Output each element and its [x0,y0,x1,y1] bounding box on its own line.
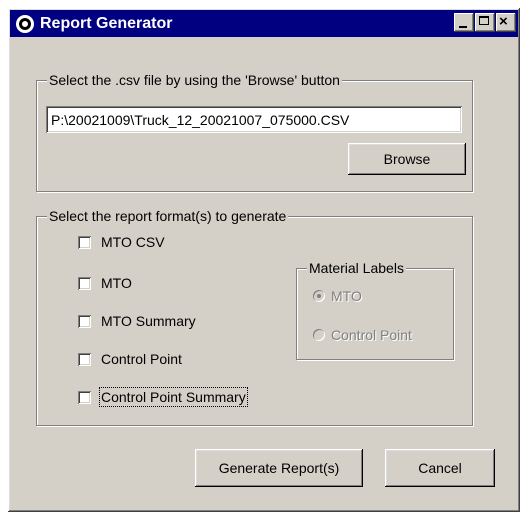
radio-control-point[interactable]: Control Point [313,327,412,343]
checkbox-label: MTO CSV [101,234,165,250]
radio-button[interactable] [313,329,325,341]
title-bar[interactable]: Report Generator × [10,10,518,37]
radio-label: MTO [331,288,362,304]
checkbox-box[interactable] [78,390,91,404]
csv-path-input[interactable] [46,106,462,133]
material-labels-legend: Material Labels [307,260,406,276]
close-button[interactable]: × [496,13,516,32]
checkbox-box[interactable] [78,352,91,366]
report-format-legend: Select the report format(s) to generate [47,208,289,224]
checkbox-mto-summary[interactable]: MTO Summary [78,313,196,329]
checkbox-label: Control Point [101,351,182,367]
window-title: Report Generator [40,14,173,32]
checkbox-label: MTO [101,275,132,291]
maximize-button[interactable] [475,13,495,32]
radio-mto[interactable]: MTO [313,288,362,304]
minimize-icon [459,26,467,28]
close-icon: × [499,13,508,30]
radio-label: Control Point [331,327,412,343]
checkbox-control-point[interactable]: Control Point [78,351,182,367]
file-select-group: Select the .csv file by using the 'Brows… [36,72,473,192]
radio-button[interactable] [313,290,325,302]
material-labels-group: Material Labels [296,260,454,360]
checkbox-box[interactable] [78,235,91,249]
cancel-button[interactable]: Cancel [385,449,495,487]
checkbox-mto[interactable]: MTO [78,275,132,291]
window-controls: × [453,13,516,32]
minimize-button[interactable] [454,13,474,32]
checkbox-box[interactable] [78,314,91,328]
generate-reports-button[interactable]: Generate Report(s) [195,449,363,487]
checkbox-control-point-summary[interactable]: Control Point Summary [78,387,248,407]
checkbox-label: MTO Summary [101,313,196,329]
browse-button[interactable]: Browse [348,143,466,175]
checkbox-label: Control Point Summary [99,387,248,407]
maximize-icon [479,16,489,25]
file-select-legend: Select the .csv file by using the 'Brows… [47,72,342,88]
checkbox-mto-csv[interactable]: MTO CSV [78,234,165,250]
app-icon[interactable] [16,14,34,33]
checkbox-box[interactable] [78,276,91,290]
